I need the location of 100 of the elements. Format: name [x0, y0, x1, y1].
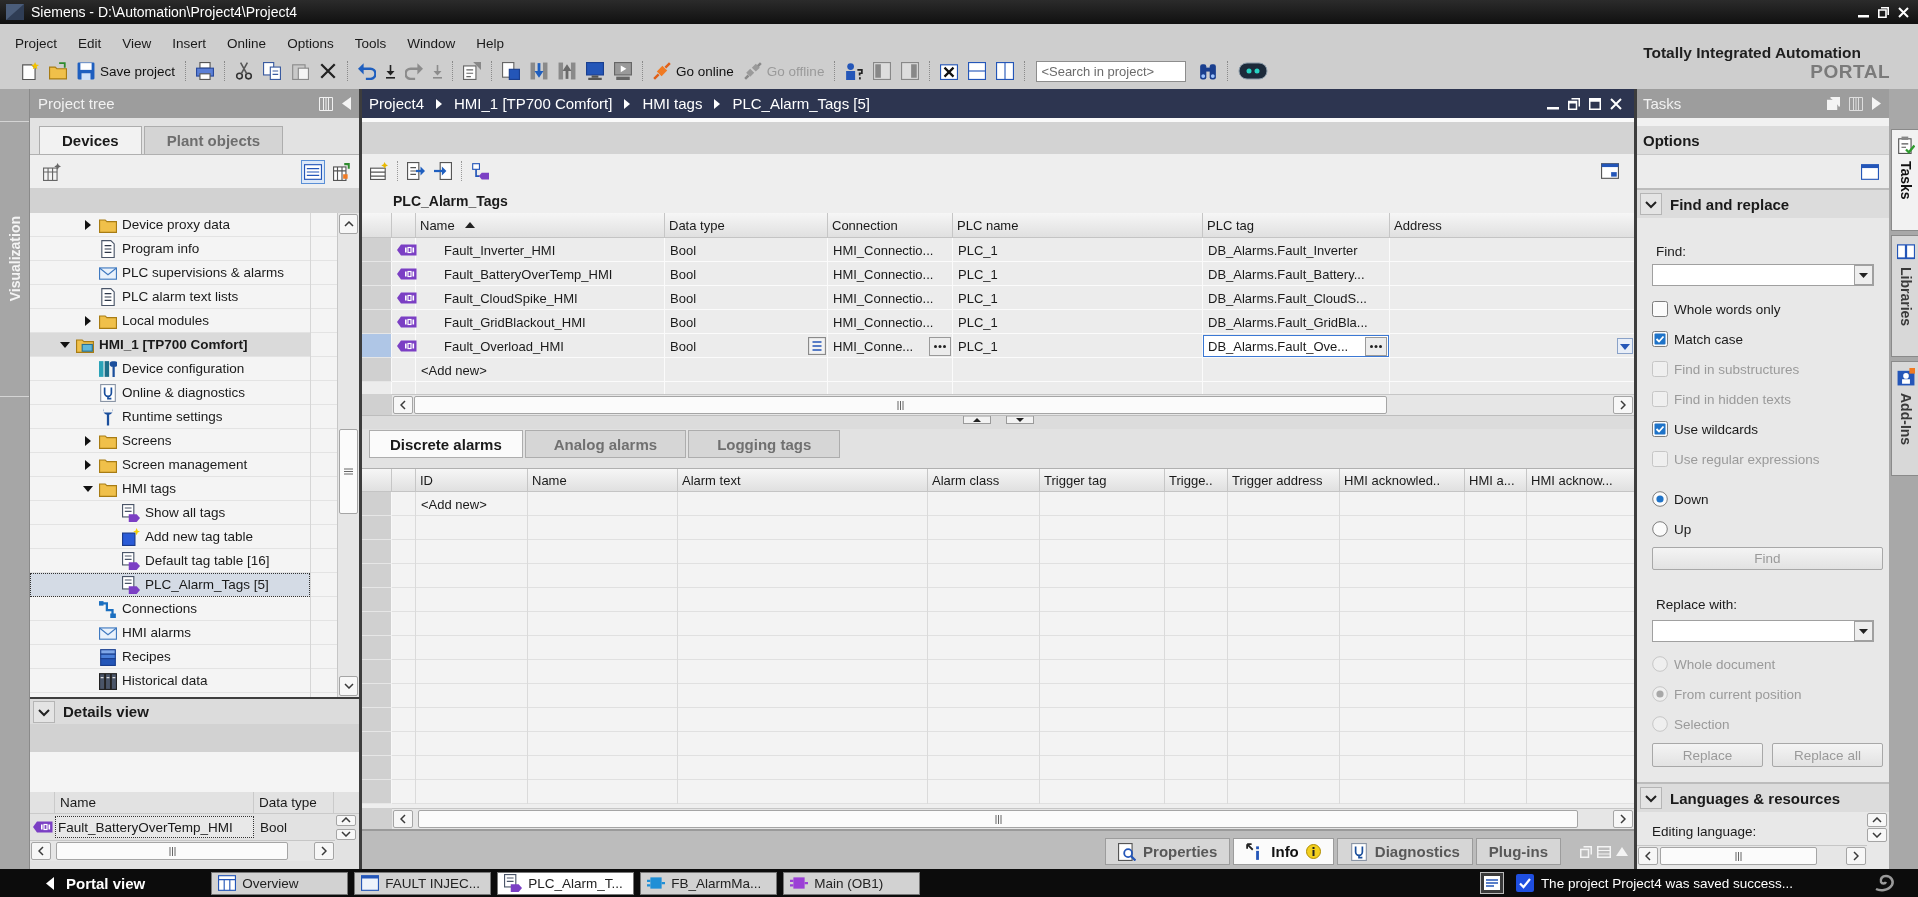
scroll-left-button[interactable]	[31, 842, 51, 860]
search-field[interactable]: <Search in project>	[1036, 60, 1187, 82]
tree-item[interactable]: Show all tags	[30, 501, 310, 525]
menu-item[interactable]: Online	[227, 36, 267, 51]
column-header[interactable]: Name	[55, 792, 254, 813]
editor-tab[interactable]: FB_AlarmMa...	[640, 871, 778, 895]
column-header[interactable]: HMI acknow...	[1527, 469, 1634, 491]
open-folder-icon[interactable]	[49, 62, 67, 80]
window-icon[interactable]	[1601, 162, 1619, 180]
collapsed-arrow-icon[interactable]	[83, 459, 93, 470]
chevron-box-icon[interactable]	[1640, 193, 1662, 215]
collapsed-arrow-icon[interactable]	[83, 219, 93, 230]
portal-view-button[interactable]: Portal view	[40, 874, 152, 892]
column-header[interactable]: HMI a...	[1465, 469, 1527, 491]
status-message[interactable]: The project Project4 was saved success...	[1540, 875, 1793, 891]
split-vertical-icon[interactable]	[996, 62, 1015, 80]
column-header[interactable]: Alarm class	[928, 469, 1040, 491]
editor-tab[interactable]: FAULT INJEC...	[354, 871, 492, 895]
scroll-down-button[interactable]	[339, 676, 358, 696]
copy-icon[interactable]	[263, 62, 282, 80]
scroll-down-button[interactable]	[336, 828, 356, 840]
paste-icon[interactable]	[291, 62, 310, 80]
split-horizontal-icon[interactable]	[968, 62, 987, 80]
chevron-box-icon[interactable]	[33, 700, 55, 723]
table-star-icon[interactable]	[43, 162, 61, 181]
dropdown-icon[interactable]	[1617, 338, 1633, 354]
inspector-tab[interactable]: Plug-ins	[1475, 838, 1561, 865]
scroll-left-button[interactable]	[393, 810, 413, 828]
list-view-button[interactable]	[301, 159, 325, 184]
menu-item[interactable]: Window	[407, 36, 456, 51]
menu-item[interactable]: Edit	[78, 36, 102, 51]
online-button[interactable]: Go online	[648, 59, 739, 83]
scroll-thumb[interactable]	[56, 842, 288, 860]
breadcrumb-item[interactable]: PLC_Alarm_Tags [5]	[732, 95, 870, 112]
menu-item[interactable]: Help	[476, 36, 504, 51]
combo-box[interactable]	[1652, 620, 1874, 642]
scroll-left-button[interactable]	[393, 396, 413, 414]
column-header[interactable]: HMI acknowled..	[1340, 469, 1465, 491]
tree-item[interactable]: Historical data	[30, 669, 310, 693]
down-arrow-icon[interactable]	[386, 63, 396, 79]
person-question-icon[interactable]	[845, 62, 864, 80]
column-header[interactable]: Name	[528, 469, 678, 491]
checkbox[interactable]	[1652, 301, 1668, 317]
scroll-down-button[interactable]	[1867, 828, 1887, 842]
column-header[interactable]: PLC tag	[1203, 213, 1390, 237]
tree-item[interactable]: Program info	[30, 237, 310, 261]
inspector-tab[interactable]: Info	[1233, 838, 1334, 865]
tab[interactable]: Discrete alarms	[369, 430, 523, 458]
inspector-tab[interactable]: Diagnostics	[1336, 838, 1473, 865]
monitor-play-icon[interactable]	[614, 62, 633, 80]
panel-tab[interactable]: Devices	[39, 126, 142, 154]
scroll-left-button[interactable]	[1638, 847, 1658, 865]
tag-link-icon[interactable]	[471, 162, 489, 180]
editor-tab[interactable]: Main (OB1)	[783, 871, 921, 895]
upload-icon[interactable]	[558, 62, 577, 80]
tree-item[interactable]: Screens	[30, 429, 310, 453]
browse-button[interactable]	[929, 336, 951, 356]
menu-item[interactable]: Tools	[354, 36, 387, 51]
scroll-thumb[interactable]	[414, 396, 1387, 414]
list-icon[interactable]	[808, 337, 826, 355]
tree-item[interactable]: HMI tags	[30, 477, 310, 501]
tree-item[interactable]: Runtime settings	[30, 405, 310, 429]
document-monitor-icon[interactable]	[502, 62, 521, 80]
undo-icon[interactable]	[358, 62, 377, 80]
add-new-entry[interactable]: <Add new>	[421, 362, 487, 378]
column-header[interactable]: Data type	[665, 213, 828, 237]
combo-box[interactable]	[1652, 264, 1874, 286]
download-icon[interactable]	[530, 62, 549, 80]
column-header[interactable]: Data type	[254, 792, 334, 813]
add-new-entry[interactable]: <Add new>	[421, 496, 487, 512]
tree-item[interactable]: Connections	[30, 597, 310, 621]
delete-icon[interactable]	[319, 62, 338, 80]
tree-item[interactable]: Device proxy data	[30, 213, 310, 237]
chevron-box-icon[interactable]	[1640, 787, 1662, 809]
tree-item[interactable]: Online & diagnostics	[30, 381, 310, 405]
scroll-up-button[interactable]	[1867, 813, 1887, 827]
panel-left-icon[interactable]	[873, 62, 892, 80]
collapsed-arrow-icon[interactable]	[83, 315, 93, 326]
scroll-right-button[interactable]	[1613, 810, 1633, 828]
monitor-icon[interactable]	[586, 62, 605, 80]
document-list-icon[interactable]	[1479, 872, 1504, 894]
column-header[interactable]: PLC name	[953, 213, 1203, 237]
cross-window-icon[interactable]	[940, 62, 959, 80]
inspector-tab[interactable]: Properties	[1105, 838, 1231, 865]
radio-button[interactable]	[1652, 491, 1668, 507]
tree-item[interactable]: Screen management	[30, 453, 310, 477]
add-row-icon[interactable]	[370, 162, 388, 180]
browse-button[interactable]	[1365, 336, 1387, 356]
collapsed-arrow-icon[interactable]	[83, 435, 93, 446]
splitter-up-icon[interactable]	[962, 416, 991, 424]
side-tab[interactable]: Libraries	[1891, 234, 1918, 357]
splitter-down-icon[interactable]	[1005, 416, 1034, 424]
close-icon[interactable]	[1610, 97, 1622, 110]
cut-icon[interactable]	[235, 62, 254, 80]
column-header[interactable]: Trigge..	[1165, 469, 1228, 491]
binoculars-icon[interactable]	[1199, 62, 1218, 80]
breadcrumb-item[interactable]: HMI_1 [TP700 Comfort]	[454, 95, 613, 112]
breadcrumb-item[interactable]: Project4	[369, 95, 425, 112]
column-header[interactable]: ID	[416, 469, 528, 491]
editor-tab[interactable]: Overview	[211, 871, 349, 895]
